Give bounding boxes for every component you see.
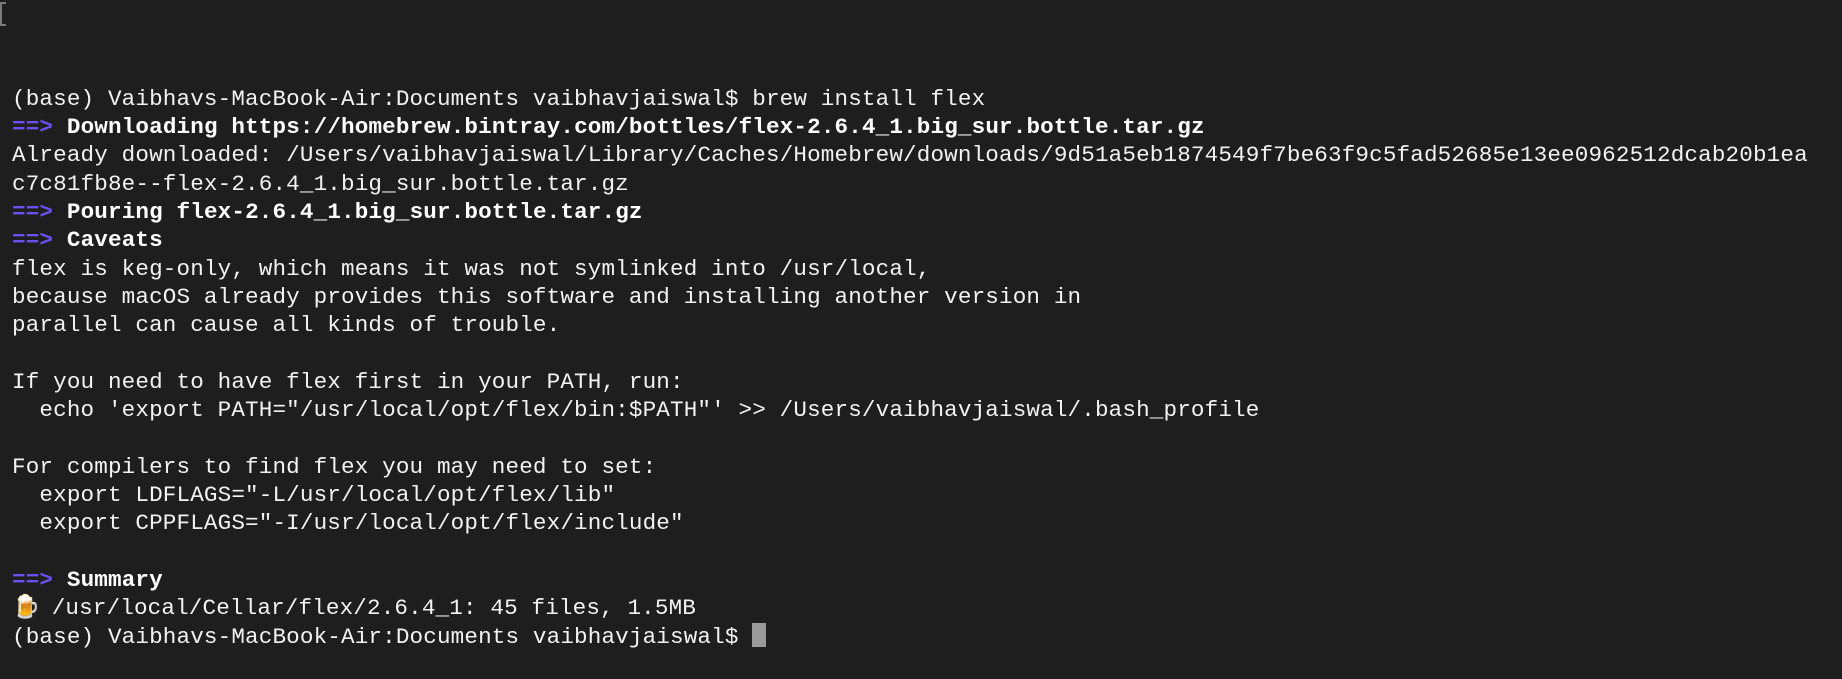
- beer-mug-icon: 🍺: [12, 595, 41, 622]
- terminal-lines: (base) Vaibhavs-MacBook-Air:Documents va…: [12, 85, 1842, 651]
- output-line: parallel can cause all kinds of trouble.: [12, 311, 1842, 339]
- command-mark-icon: [0, 2, 6, 26]
- output-line: Already downloaded: /Users/vaibhavjaiswa…: [12, 141, 1842, 169]
- section-header-line: ==> Caveats: [12, 226, 1842, 254]
- output-text: For compilers to find flex you may need …: [12, 453, 657, 480]
- section-header-text: Caveats: [66, 227, 163, 254]
- prompt-line: (base) Vaibhavs-MacBook-Air:Documents va…: [12, 622, 1842, 651]
- output-line: export LDFLAGS="-L/usr/local/opt/flex/li…: [12, 481, 1842, 509]
- output-text: flex is keg-only, which means it was not…: [12, 255, 931, 282]
- summary-text: /usr/local/Cellar/flex/2.6.4_1: 45 files…: [38, 595, 697, 622]
- section-header-line: ==> Summary: [12, 566, 1842, 594]
- section-header-line: ==> Pouring flex-2.6.4_1.big_sur.bottle.…: [12, 198, 1842, 226]
- section-header-text: Pouring flex-2.6.4_1.big_sur.bottle.tar.…: [66, 199, 643, 226]
- output-text: echo 'export PATH="/usr/local/opt/flex/b…: [12, 397, 1260, 424]
- output-text: export LDFLAGS="-L/usr/local/opt/flex/li…: [12, 482, 616, 509]
- arrow-marker: ==>: [12, 566, 54, 593]
- output-text: c7c81fb8e--flex-2.6.4_1.big_sur.bottle.t…: [12, 170, 629, 197]
- output-line: flex is keg-only, which means it was not…: [12, 255, 1842, 283]
- prompt-line: (base) Vaibhavs-MacBook-Air:Documents va…: [12, 85, 1842, 113]
- output-line: export CPPFLAGS="-I/usr/local/opt/flex/i…: [12, 509, 1842, 537]
- output-line: If you need to have flex first in your P…: [12, 368, 1842, 396]
- output-text: parallel can cause all kinds of trouble.: [12, 312, 561, 339]
- section-header-text: Summary: [66, 566, 163, 593]
- output-line: c7c81fb8e--flex-2.6.4_1.big_sur.bottle.t…: [12, 170, 1842, 198]
- output-line: because macOS already provides this soft…: [12, 283, 1842, 311]
- arrow-marker: ==>: [12, 199, 54, 226]
- output-text: If you need to have flex first in your P…: [12, 368, 684, 395]
- terminal-output[interactable]: (base) Vaibhavs-MacBook-Air:Documents va…: [0, 0, 1842, 650]
- arrow-marker: ==>: [12, 114, 54, 141]
- output-text: Already downloaded: /Users/vaibhavjaiswa…: [12, 142, 1808, 169]
- prompt-text: (base) Vaibhavs-MacBook-Air:Documents va…: [12, 85, 986, 112]
- output-line: 🍺 /usr/local/Cellar/flex/2.6.4_1: 45 fil…: [12, 594, 1842, 622]
- output-line: For compilers to find flex you may need …: [12, 453, 1842, 481]
- output-text: export CPPFLAGS="-I/usr/local/opt/flex/i…: [12, 510, 684, 537]
- output-text: because macOS already provides this soft…: [12, 283, 1082, 310]
- output-line: echo 'export PATH="/usr/local/opt/flex/b…: [12, 396, 1842, 424]
- section-header-line: ==> Downloading https://homebrew.bintray…: [12, 113, 1842, 141]
- arrow-marker: ==>: [12, 227, 54, 254]
- text-cursor: [752, 622, 767, 647]
- section-header-text: Downloading https://homebrew.bintray.com…: [66, 114, 1205, 141]
- prompt-text: (base) Vaibhavs-MacBook-Air:Documents va…: [12, 623, 753, 650]
